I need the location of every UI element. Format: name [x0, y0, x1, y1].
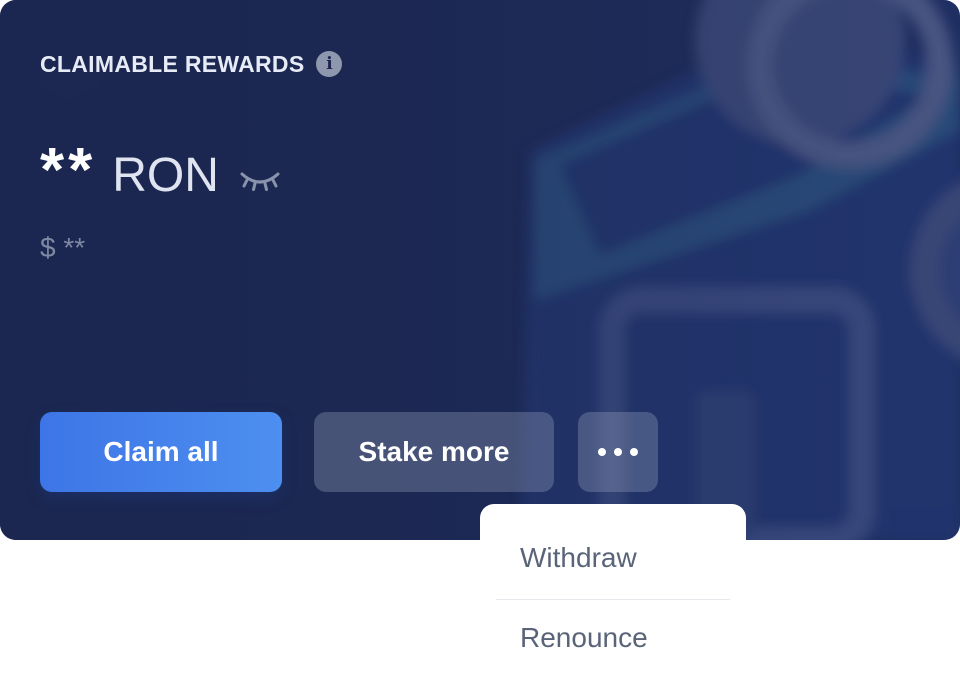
reward-amount-unit: RON: [112, 149, 219, 202]
info-icon[interactable]: i: [316, 51, 343, 77]
rewards-header: CLAIMABLE REWARDS i: [40, 48, 343, 80]
more-options-menu: Withdraw Renounce: [480, 504, 746, 696]
claimable-rewards-card: CLAIMABLE REWARDS i ** RON $ ** Claim al…: [0, 0, 960, 540]
reward-usd-value: $ **: [40, 232, 86, 263]
menu-divider: [496, 599, 730, 600]
more-horizontal-icon: [614, 448, 622, 456]
rewards-title: CLAIMABLE REWARDS: [40, 50, 305, 77]
menu-item-withdraw[interactable]: Withdraw: [520, 542, 637, 574]
claim-all-button[interactable]: Claim all: [40, 412, 282, 492]
more-horizontal-icon: [630, 448, 638, 456]
eye-closed-icon[interactable]: [239, 168, 281, 196]
stake-more-button[interactable]: Stake more: [314, 412, 554, 492]
more-horizontal-icon: [598, 448, 606, 456]
more-options-button[interactable]: [578, 412, 658, 492]
menu-item-renounce[interactable]: Renounce: [520, 622, 648, 654]
reward-amount-value: **: [40, 136, 97, 205]
reward-amount: ** RON: [40, 140, 281, 220]
